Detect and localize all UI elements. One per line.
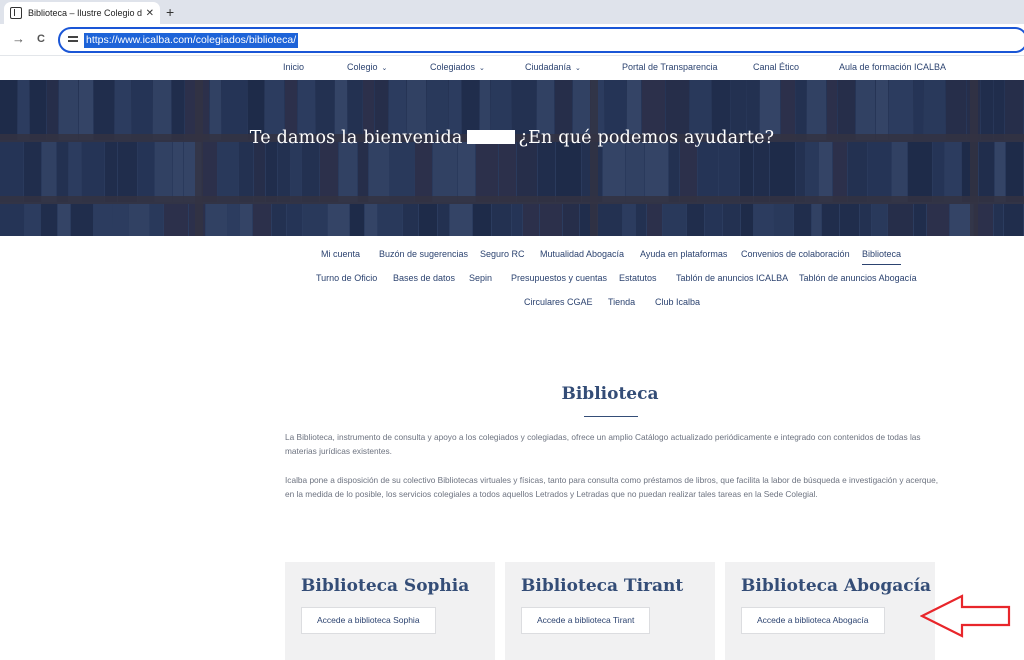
browser-tab[interactable]: Biblioteca – Ilustre Colegio de la ✕ — [4, 2, 160, 24]
subnav-sepin[interactable]: Sepin — [469, 273, 492, 283]
card-biblioteca-tirant: Biblioteca Tirant Accede a biblioteca Ti… — [505, 562, 715, 660]
nav-portal-transparencia[interactable]: Portal de Transparencia — [622, 62, 718, 72]
address-bar[interactable]: https://www.icalba.com/colegiados/biblio… — [58, 27, 1024, 53]
site-main-nav: Inicio Colegio ⌄ Colegiados ⌄ Ciudadanía ⌄ … — [0, 56, 1024, 80]
close-tab-icon[interactable]: ✕ — [146, 8, 154, 19]
chevron-down-icon: ⌄ — [381, 65, 388, 72]
access-tirant-button[interactable]: Accede a biblioteca Tirant — [521, 607, 651, 634]
browser-toolbar: → C https://www.icalba.com/colegiados/bi… — [0, 24, 1024, 56]
tab-title: Biblioteca – Ilustre Colegio de la — [28, 8, 142, 18]
card-biblioteca-abogacia: Biblioteca Abogacía Accede a biblioteca … — [725, 562, 935, 660]
subnav-presupuestos[interactable]: Presupuestos y cuentas — [511, 273, 607, 283]
subnav-convenios[interactable]: Convenios de colaboración — [741, 249, 850, 259]
subnav-ayuda-plataformas[interactable]: Ayuda en plataformas — [640, 249, 727, 259]
subnav-bases-datos[interactable]: Bases de datos — [393, 273, 455, 283]
subnav-circulares-cgae[interactable]: Circulares CGAE — [524, 297, 593, 307]
intro-paragraph: La Biblioteca, instrumento de consulta y… — [285, 432, 921, 456]
access-sophia-button[interactable]: Accede a biblioteca Sophia — [301, 607, 436, 634]
url-text[interactable]: https://www.icalba.com/colegiados/biblio… — [84, 33, 299, 48]
back-arrow-icon[interactable]: → — [12, 31, 25, 47]
card-title: Biblioteca Sophia — [301, 576, 470, 596]
subnav-tienda[interactable]: Tienda — [608, 297, 635, 307]
subnav-tablon-icalba[interactable]: Tablón de anuncios ICALBA — [676, 273, 788, 283]
site-favicon-icon — [10, 7, 22, 19]
subnav-buzon-sugerencias[interactable]: Buzón de sugerencias — [379, 249, 468, 259]
card-title: Biblioteca Tirant — [521, 576, 684, 596]
nav-canal-etico[interactable]: Canal Ético — [753, 62, 799, 72]
page-title: Biblioteca — [561, 384, 659, 404]
description-paragraph: Icalba pone a disposición de su colectiv… — [285, 475, 939, 499]
subnav-mutualidad-abogacia[interactable]: Mutualidad Abogacía — [540, 249, 624, 259]
access-abogacia-button[interactable]: Accede a biblioteca Abogacía — [741, 607, 885, 634]
nav-colegio[interactable]: Colegio ⌄ — [347, 62, 387, 72]
nav-colegiados[interactable]: Colegiados ⌄ — [430, 62, 485, 72]
site-settings-icon[interactable] — [68, 34, 80, 46]
subnav-seguro-rc[interactable]: Seguro RC — [480, 249, 525, 259]
chevron-down-icon: ⌄ — [479, 65, 485, 72]
nav-aula-formacion[interactable]: Aula de formación ICALBA — [839, 62, 946, 72]
subnav-estatutos[interactable]: Estatutos — [619, 273, 657, 283]
hero-overlay — [0, 80, 1024, 236]
reload-icon[interactable]: C — [37, 31, 45, 47]
title-divider — [584, 416, 638, 417]
card-biblioteca-sophia: Biblioteca Sophia Accede a biblioteca So… — [285, 562, 495, 660]
subnav-mi-cuenta[interactable]: Mi cuenta — [321, 249, 360, 259]
chevron-down-icon: ⌄ — [575, 65, 581, 72]
subnav-tablon-abogacia[interactable]: Tablón de anuncios Abogacía — [799, 273, 917, 283]
subnav-turno-oficio[interactable]: Turno de Oficio — [316, 273, 377, 283]
subnav-club-icalba[interactable]: Club Icalba — [655, 297, 700, 307]
new-tab-button[interactable]: + — [166, 3, 174, 21]
welcome-suffix: ¿En qué podemos ayudarte? — [518, 128, 775, 148]
redacted-username — [466, 130, 515, 144]
subnav-biblioteca[interactable]: Biblioteca — [862, 249, 902, 265]
welcome-heading: Te damos la bienvenida ¿En qué podemos ay… — [0, 128, 1024, 148]
nav-ciudadania[interactable]: Ciudadanía ⌄ — [525, 62, 581, 72]
browser-tab-bar: Biblioteca – Ilustre Colegio de la ✕ + — [0, 0, 1024, 24]
card-title: Biblioteca Abogacía — [741, 576, 932, 596]
hero-banner: Te damos la bienvenida ¿En qué podemos ay… — [0, 80, 1024, 236]
welcome-prefix: Te damos la bienvenida — [249, 128, 463, 148]
annotation-arrow-icon — [920, 594, 1011, 638]
nav-inicio[interactable]: Inicio — [283, 62, 304, 72]
